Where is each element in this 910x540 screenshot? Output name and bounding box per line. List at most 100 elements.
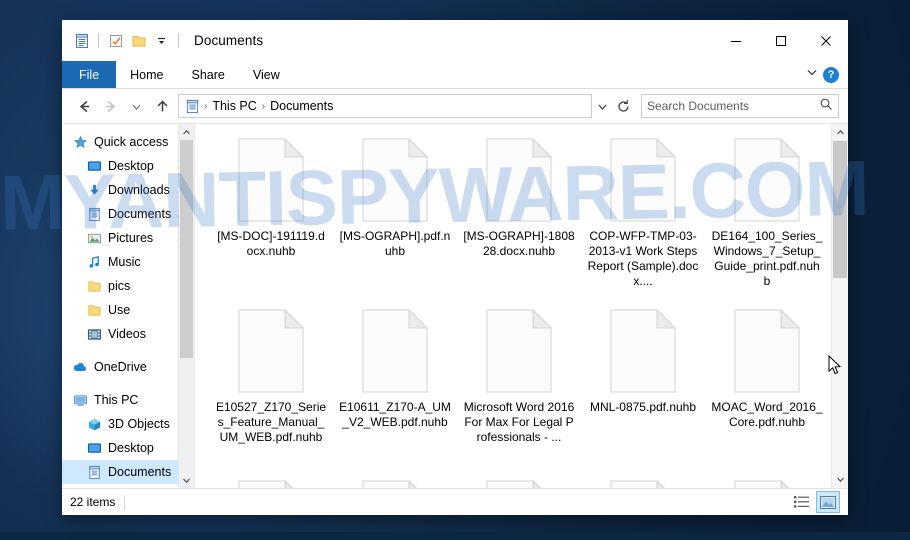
file-scroll-down-button[interactable] xyxy=(832,471,848,488)
file-item[interactable] xyxy=(581,474,705,488)
sidebar-item-label: 3D Objects xyxy=(108,417,170,431)
sidebar-scroll-thumb[interactable] xyxy=(180,140,193,358)
sidebar-item-use[interactable]: Use xyxy=(62,298,194,322)
title-bar: Documents xyxy=(62,20,848,61)
file-name: DE164_100_Series_Windows_7_Setup_Guide_p… xyxy=(711,229,823,288)
file-item[interactable]: MNL-0875.pdf.nuhb xyxy=(581,303,705,474)
star-icon xyxy=(72,134,88,150)
file-item[interactable]: COP-WFP-TMP-03-2013-v1 Work Steps Report… xyxy=(581,132,705,303)
file-item[interactable] xyxy=(705,474,829,488)
file-item[interactable]: MOAC_Word_2016_Core.pdf.nuhb xyxy=(705,303,829,474)
desktop-icon xyxy=(86,440,102,456)
up-button[interactable] xyxy=(149,93,175,119)
refresh-icon[interactable] xyxy=(612,95,634,117)
sidebar-item-label: Documents xyxy=(108,207,172,221)
search-icon[interactable] xyxy=(819,97,833,116)
breadcrumb-separator-0[interactable]: › xyxy=(202,101,209,112)
sidebar-item-label: pics xyxy=(108,279,131,293)
chevron-down-icon[interactable] xyxy=(805,65,819,84)
sidebar-item-label: This PC xyxy=(94,393,139,407)
3dobjects-icon xyxy=(86,416,102,432)
sidebar-item-pictures[interactable]: Pictures xyxy=(62,226,194,250)
back-button[interactable] xyxy=(71,93,97,119)
blank-document-icon xyxy=(237,479,305,488)
file-name: [MS-OGRAPH]-180828.docx.nuhb xyxy=(463,229,575,258)
blank-document-icon xyxy=(485,308,553,393)
breadcrumb[interactable]: › This PC › Documents xyxy=(178,94,592,118)
file-name: [MS-OGRAPH].pdf.nuhb xyxy=(339,229,451,258)
pictures-icon xyxy=(86,230,102,246)
file-item[interactable] xyxy=(457,474,581,488)
sidebar-gap-1 xyxy=(62,346,194,355)
file-list-pane[interactable]: [MS-DOC]-191119.docx.nuhb [MS-OGRAPH].pd… xyxy=(194,124,848,488)
breadcrumb-documents[interactable]: Documents xyxy=(267,99,336,113)
sidebar-item-videos[interactable]: Videos xyxy=(62,322,194,346)
ribbon-right-controls: ? xyxy=(805,61,848,88)
sidebar-item-documents-pc[interactable]: Documents xyxy=(62,460,194,484)
file-item[interactable]: [MS-OGRAPH].pdf.nuhb xyxy=(333,132,457,303)
file-item[interactable] xyxy=(209,474,333,488)
file-name: MNL-0875.pdf.nuhb xyxy=(589,400,697,414)
sidebar-item-desktop-pc[interactable]: Desktop xyxy=(62,436,194,460)
sidebar-item-pics[interactable]: pics xyxy=(62,274,194,298)
search-input[interactable]: Search Documents xyxy=(647,99,819,113)
file-item[interactable]: DE164_100_Series_Windows_7_Setup_Guide_p… xyxy=(705,132,829,303)
breadcrumb-separator-1[interactable]: › xyxy=(260,101,267,112)
sidebar-item-this-pc[interactable]: This PC xyxy=(62,388,194,412)
sidebar-scrollbar[interactable] xyxy=(178,124,194,488)
search-box[interactable]: Search Documents xyxy=(641,94,839,118)
ribbon-tab-bar: File Home Share View ? xyxy=(62,61,848,89)
sidebar-item-label: OneDrive xyxy=(94,360,147,374)
tab-home[interactable]: Home xyxy=(116,61,177,88)
sidebar-item-downloads[interactable]: Downloads xyxy=(62,178,194,202)
sidebar-item-documents[interactable]: Documents xyxy=(62,202,194,226)
sidebar-scroll-up-button[interactable] xyxy=(179,124,194,140)
sidebar-item-onedrive[interactable]: OneDrive xyxy=(62,355,194,379)
sidebar-item-label: Pictures xyxy=(108,231,154,245)
recent-locations-button[interactable] xyxy=(123,93,149,119)
sidebar-item-music[interactable]: Music xyxy=(62,250,194,274)
file-grid: [MS-DOC]-191119.docx.nuhb [MS-OGRAPH].pd… xyxy=(209,132,830,488)
file-scroll-track[interactable] xyxy=(832,141,848,471)
music-icon xyxy=(86,254,102,270)
blank-document-icon xyxy=(609,479,677,488)
customize-dropdown-icon[interactable] xyxy=(150,29,173,52)
minimize-button[interactable] xyxy=(713,20,758,61)
file-item[interactable]: E10611_Z170-A_UM_V2_WEB.pdf.nuhb xyxy=(333,303,457,474)
downloads-icon xyxy=(86,182,102,198)
tab-view[interactable]: View xyxy=(239,61,294,88)
sidebar-item-label: Downloads xyxy=(108,183,170,197)
help-icon[interactable]: ? xyxy=(823,66,839,83)
file-item[interactable]: [MS-DOC]-191119.docx.nuhb xyxy=(209,132,333,303)
maximize-button[interactable] xyxy=(758,20,803,61)
file-item[interactable] xyxy=(333,474,457,488)
file-pane-scrollbar[interactable] xyxy=(831,124,848,488)
sidebar-item-desktop[interactable]: Desktop xyxy=(62,154,194,178)
large-icons-view-button[interactable] xyxy=(816,491,840,513)
details-view-button[interactable] xyxy=(791,492,813,512)
address-dropdown-icon[interactable] xyxy=(592,95,612,117)
sidebar-scroll-track[interactable] xyxy=(179,140,194,472)
sidebar-scroll-down-button[interactable] xyxy=(179,472,194,488)
file-scroll-up-button[interactable] xyxy=(832,124,848,141)
status-bar: 22 items xyxy=(62,488,848,515)
properties-icon[interactable] xyxy=(70,29,93,52)
sidebar-item-label: Music xyxy=(108,255,141,269)
file-item[interactable]: E10527_Z170_Series_Feature_Manual_UM_WEB… xyxy=(209,303,333,474)
blank-document-icon xyxy=(237,137,305,222)
blank-document-icon xyxy=(733,137,801,222)
sidebar-item-3d-objects[interactable]: 3D Objects xyxy=(62,412,194,436)
tab-file[interactable]: File xyxy=(62,61,117,88)
sidebar-item-label: Documents xyxy=(108,465,172,479)
new-folder-icon[interactable] xyxy=(104,29,127,52)
file-item[interactable]: Microsoft Word 2016 For Max For Legal Pr… xyxy=(457,303,581,474)
folder-icon[interactable] xyxy=(127,29,150,52)
tab-share[interactable]: Share xyxy=(178,61,239,88)
sidebar-item-quick-access[interactable]: Quick access xyxy=(62,130,194,154)
view-mode-buttons xyxy=(791,491,840,513)
file-item[interactable]: [MS-OGRAPH]-180828.docx.nuhb xyxy=(457,132,581,303)
breadcrumb-this-pc[interactable]: This PC xyxy=(209,99,259,113)
item-count-label: 22 items xyxy=(70,495,116,509)
close-button[interactable] xyxy=(803,20,848,61)
file-scroll-thumb[interactable] xyxy=(833,141,847,278)
